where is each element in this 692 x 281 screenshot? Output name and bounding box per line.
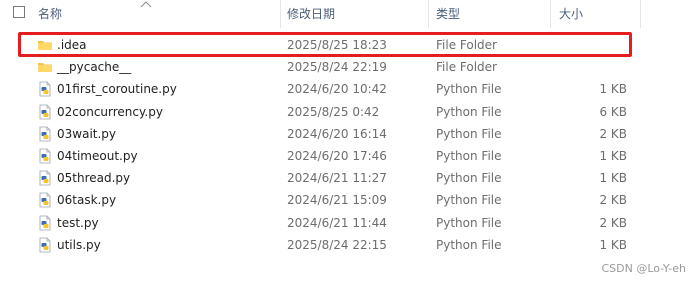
file-name: 06task.py [57,193,117,208]
watermark: CSDN @Lo-Y-eh [601,262,686,275]
file-modified-date: 2024/6/20 16:14 [287,126,387,141]
column-divider[interactable] [550,0,551,28]
python-file-icon [37,148,53,164]
file-size: 1 KB [599,237,627,252]
file-type: Python File [436,193,502,208]
column-divider[interactable] [428,0,429,28]
folder-icon [37,59,53,75]
python-file-icon [37,170,53,186]
file-modified-date: 2024/6/21 15:09 [287,193,387,208]
file-row[interactable]: 01first_coroutine.py 2024/6/20 10:42 Pytho… [0,78,692,100]
file-row[interactable]: 05thread.py 2024/6/21 11:27 Python File 1 K… [0,167,692,189]
file-type: Python File [436,237,502,252]
file-row[interactable]: 04timeout.py 2024/6/20 17:46 Python File 1 … [0,145,692,167]
column-divider[interactable] [640,0,641,28]
file-row[interactable]: test.py 2024/6/21 11:44 Python File 2 KB [0,212,692,234]
column-header-type[interactable]: 类型 [436,0,460,28]
column-header-name[interactable]: 名称 [38,0,62,28]
file-modified-date: 2025/8/24 22:19 [287,60,387,75]
file-type: Python File [436,104,502,119]
file-name: utils.py [57,237,101,252]
python-file-icon [37,237,53,253]
python-file-icon [37,215,53,231]
file-name: 03wait.py [57,126,117,141]
file-row[interactable]: 02concurrency.py 2025/8/25 0:42 Python Fil… [0,101,692,123]
file-size: 6 KB [599,104,627,119]
file-size: 2 KB [599,215,627,230]
highlight-annotation-box [18,32,632,57]
file-size: 1 KB [599,171,627,186]
file-row[interactable]: __pycache__ 2025/8/24 22:19 File Folder [0,56,692,78]
file-modified-date: 2025/8/24 22:15 [287,237,387,252]
file-type: Python File [436,149,502,163]
file-modified-date: 2025/8/25 0:42 [287,104,380,119]
file-name: 04timeout.py [57,149,138,163]
file-type: Python File [436,82,502,97]
file-name: test.py [57,215,99,230]
file-name: 01first_coroutine.py [57,82,177,97]
file-size: 2 KB [599,126,627,141]
file-row[interactable]: utils.py 2025/8/24 22:15 Python File 1 KB [0,234,692,256]
file-size: 2 KB [599,193,627,208]
file-name: 02concurrency.py [57,104,163,119]
file-modified-date: 2024/6/20 17:46 [287,149,387,163]
file-type: Python File [436,171,502,186]
select-all-checkbox[interactable] [13,6,25,18]
python-file-icon [37,81,53,97]
column-header-size[interactable]: 大小 [559,0,583,28]
python-file-icon [37,104,53,120]
file-size: 1 KB [599,82,627,97]
column-divider[interactable] [280,0,281,28]
file-modified-date: 2024/6/21 11:44 [287,215,387,230]
file-row[interactable]: 06task.py 2024/6/21 15:09 Python File 2 KB [0,189,692,211]
python-file-icon [37,192,53,208]
sort-ascending-icon[interactable] [140,0,152,8]
file-type: File Folder [436,60,497,75]
column-header-date[interactable]: 修改日期 [287,0,335,28]
column-header-bar: 名称 修改日期 类型 大小 [0,0,692,30]
file-type: Python File [436,126,502,141]
file-size: 1 KB [599,149,627,163]
file-row[interactable]: 03wait.py 2024/6/20 16:14 Python File 2 KB [0,123,692,145]
python-file-icon [37,126,53,142]
file-modified-date: 2024/6/20 10:42 [287,82,387,97]
file-modified-date: 2024/6/21 11:27 [287,171,387,186]
file-name: __pycache__ [57,60,132,75]
file-type: Python File [436,215,502,230]
file-name: 05thread.py [57,171,131,186]
